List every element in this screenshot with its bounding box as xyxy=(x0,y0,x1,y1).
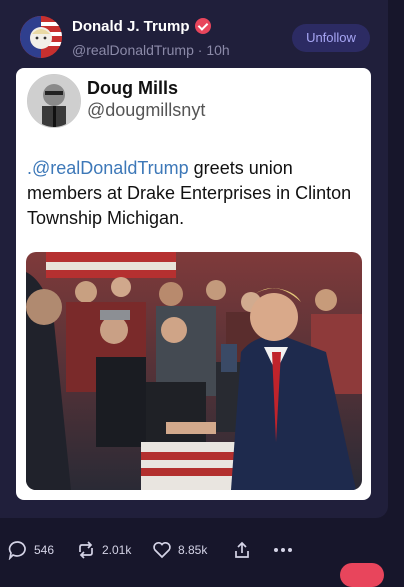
repost-button[interactable]: 2.01k xyxy=(76,540,131,560)
author-name-text: Donald J. Trump xyxy=(72,18,190,35)
author-handle-text: @realDonaldTrump xyxy=(72,42,194,58)
quoted-author-name[interactable]: Doug Mills xyxy=(87,78,178,99)
floating-action-button[interactable] xyxy=(340,563,384,587)
action-bar: 546 2.01k 8.85k xyxy=(0,536,404,566)
post-time: 10h xyxy=(206,42,230,58)
quoted-post-text: .@realDonaldTrump greets union members a… xyxy=(27,156,357,231)
separator-dot: · xyxy=(193,42,207,58)
ellipsis-icon xyxy=(274,548,292,552)
speech-bubble-icon xyxy=(8,541,26,560)
author-handle: @realDonaldTrump · 10h xyxy=(72,42,230,58)
heart-icon xyxy=(153,541,171,559)
repost-arrows-icon xyxy=(79,541,93,559)
unfollow-button[interactable]: Unfollow xyxy=(292,24,370,52)
reply-button[interactable]: 546 xyxy=(8,540,54,560)
quoted-author-avatar[interactable] xyxy=(27,74,81,128)
more-options-button[interactable] xyxy=(272,540,294,560)
mention-link[interactable]: .@realDonaldTrump xyxy=(27,158,189,178)
quoted-author-handle: @dougmillsnyt xyxy=(87,100,206,120)
verified-badge-icon xyxy=(194,18,211,34)
share-upload-icon xyxy=(235,541,249,558)
share-button[interactable] xyxy=(232,540,252,560)
quoted-post[interactable]: Doug Mills @dougmillsnyt .@realDonaldTru… xyxy=(16,68,371,500)
like-count: 8.85k xyxy=(178,543,208,557)
author-name[interactable]: Donald J. Trump xyxy=(72,18,211,35)
repost-count: 2.01k xyxy=(102,543,132,557)
like-button[interactable]: 8.85k xyxy=(152,540,207,560)
reply-count: 546 xyxy=(34,543,55,557)
post-photo[interactable] xyxy=(26,252,362,490)
post-card: Donald J. Trump @realDonaldTrump · 10h U… xyxy=(0,0,388,518)
author-avatar[interactable] xyxy=(20,16,62,58)
